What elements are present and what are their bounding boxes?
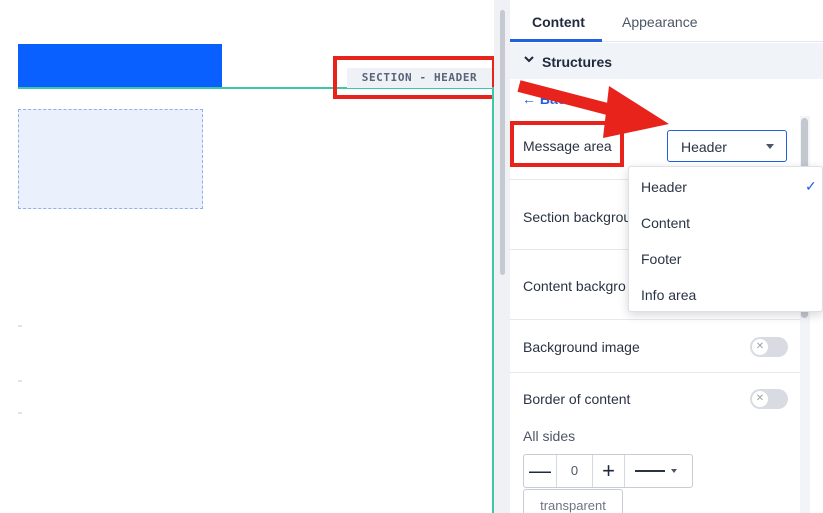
- message-area-select[interactable]: Header: [667, 130, 787, 162]
- background-image-toggle[interactable]: ✕: [750, 337, 788, 357]
- checkmark-icon: ✓: [805, 178, 817, 194]
- option-label: Footer: [641, 251, 682, 267]
- message-area-dropdown: Header ✓ Content Footer Info area: [628, 166, 823, 312]
- toggle-off-icon: ✕: [752, 391, 768, 407]
- caret-down-icon: [766, 144, 774, 149]
- chevron-down-icon: [524, 56, 534, 63]
- structures-label: Structures: [542, 54, 613, 70]
- canvas-fragment: [18, 325, 22, 327]
- structures-section-header[interactable]: Structures: [510, 43, 823, 79]
- border-of-content-label: Border of content: [523, 391, 631, 407]
- border-color-picker[interactable]: transparent: [523, 489, 623, 513]
- option-label: Header: [641, 179, 687, 195]
- canvas-fragment: [18, 380, 22, 382]
- panel-tabs: Content Appearance: [510, 0, 823, 42]
- editor-canvas[interactable]: SECTION - HEADER: [0, 0, 496, 513]
- canvas-fragment: [18, 412, 22, 414]
- dropdown-option-content[interactable]: Content: [629, 204, 823, 240]
- section-background-label: Section backgrou: [523, 209, 632, 225]
- option-label: Content: [641, 215, 691, 231]
- border-style-select[interactable]: [625, 455, 693, 487]
- content-placeholder-block[interactable]: [18, 109, 203, 209]
- caret-down-icon: [671, 469, 677, 473]
- solid-line-icon: [635, 470, 665, 472]
- background-image-label: Background image: [523, 339, 640, 355]
- tab-appearance[interactable]: Appearance: [622, 14, 698, 30]
- active-tab-indicator: [510, 39, 602, 42]
- dropdown-option-info-area[interactable]: Info area: [629, 276, 823, 312]
- dropdown-option-footer[interactable]: Footer: [629, 240, 823, 276]
- annotation-highlight-box: [333, 56, 496, 99]
- annotation-arrow: [517, 80, 669, 138]
- option-label: Info area: [641, 287, 697, 303]
- toggle-off-icon: ✕: [752, 339, 768, 355]
- decrease-button[interactable]: —: [524, 455, 557, 487]
- header-block[interactable]: [18, 44, 222, 87]
- border-of-content-row: Border of content ✕ All sides — 0 + tran…: [510, 373, 800, 513]
- canvas-scrollbar-thumb[interactable]: [500, 10, 505, 275]
- all-sides-label: All sides: [523, 428, 576, 444]
- border-width-input[interactable]: 0: [557, 455, 593, 487]
- tab-content[interactable]: Content: [532, 14, 585, 30]
- border-of-content-toggle[interactable]: ✕: [750, 389, 788, 409]
- select-value: Header: [681, 139, 727, 155]
- dropdown-option-header[interactable]: Header ✓: [629, 168, 823, 204]
- increase-button[interactable]: +: [593, 455, 625, 487]
- border-width-control: — 0 +: [523, 454, 693, 488]
- content-background-label: Content backgro: [523, 278, 626, 294]
- background-image-row: Background image ✕: [510, 320, 800, 373]
